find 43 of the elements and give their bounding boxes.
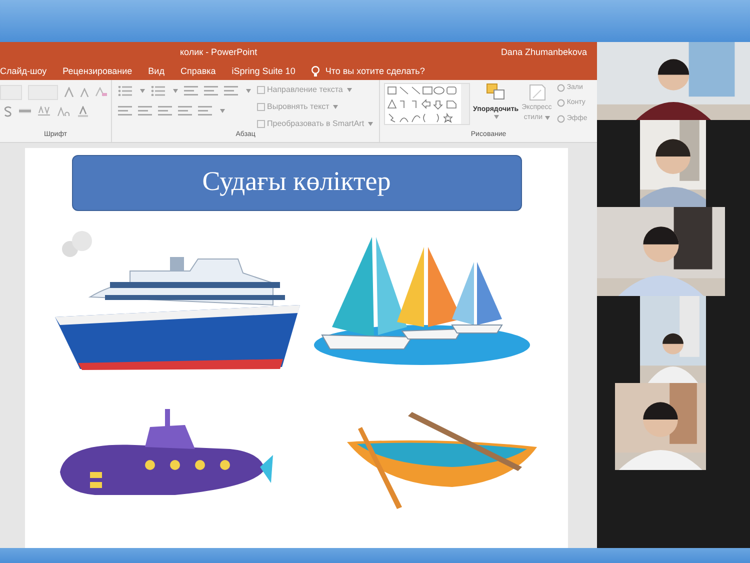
ribbon-command[interactable]: Выровнять текст [267, 100, 330, 112]
strikeout-icon[interactable] [19, 107, 31, 115]
shapes-gallery[interactable] [384, 82, 470, 124]
slide-title: Судағы көліктер [72, 155, 522, 211]
decrease-indent-icon[interactable] [184, 86, 198, 96]
caret-icon[interactable] [544, 116, 550, 120]
line-spacing-icon[interactable] [224, 86, 238, 96]
caret-icon[interactable] [246, 88, 251, 92]
caret-icon[interactable] [173, 88, 178, 92]
quick-styles-icon[interactable] [526, 82, 547, 102]
justify-icon[interactable] [178, 106, 192, 116]
increase-indent-icon[interactable] [204, 86, 218, 96]
tell-me-field[interactable]: Что вы хотите сделать? [325, 64, 425, 78]
font-color-icon[interactable] [78, 106, 88, 116]
change-case-icon[interactable] [57, 106, 71, 116]
align-left-icon[interactable] [118, 106, 132, 116]
spacing-icon[interactable] [38, 106, 50, 116]
numbering-icon[interactable] [151, 86, 165, 96]
ribbon-tab[interactable]: Справка [180, 64, 216, 78]
ribbon-tab[interactable]: Вид [148, 64, 164, 78]
columns-icon[interactable] [198, 106, 212, 116]
ribbon-command[interactable]: Преобразовать в SmartArt [267, 118, 364, 130]
user-name: Dana Zhumanbekova [500, 46, 587, 60]
caret-icon[interactable] [333, 104, 338, 108]
window-title: колик - PowerPoint [180, 46, 258, 60]
bullets-icon[interactable] [118, 86, 132, 96]
text-box-icon[interactable] [257, 120, 265, 128]
caret-icon[interactable] [140, 88, 145, 92]
text-box-icon[interactable] [257, 102, 265, 110]
align-center-icon[interactable] [138, 106, 152, 116]
clear-format-icon[interactable] [95, 87, 107, 97]
text-box-icon[interactable] [257, 86, 265, 94]
align-right-icon[interactable] [158, 106, 172, 116]
lightbulb-icon[interactable] [311, 66, 320, 78]
caret-icon[interactable] [220, 108, 225, 112]
caret-icon[interactable] [494, 115, 500, 119]
caret-icon[interactable] [368, 122, 374, 126]
ribbon-tab[interactable]: Рецензирование [62, 64, 132, 78]
ribbon-command[interactable]: Направление текста [267, 84, 343, 96]
ribbon-tab[interactable]: Слайд-шоу [0, 64, 47, 78]
caret-icon[interactable] [346, 88, 352, 92]
arrange-icon[interactable] [486, 82, 506, 100]
ribbon-tab[interactable]: iSpring Suite 10 [232, 64, 296, 78]
